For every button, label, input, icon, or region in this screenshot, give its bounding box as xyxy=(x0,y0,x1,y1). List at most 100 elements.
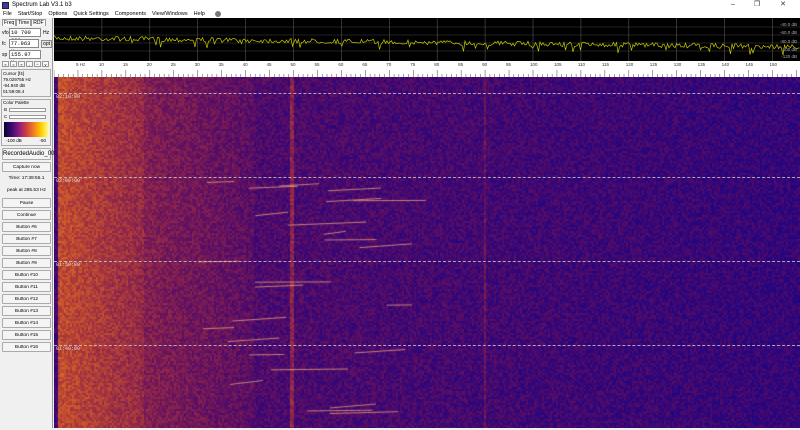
close-button[interactable]: ✕ xyxy=(772,0,794,10)
menu-view-windows[interactable]: View/Windows xyxy=(152,11,188,17)
palette-min: -100 dB xyxy=(6,138,22,143)
time-marker-label: 01:40:00 xyxy=(56,346,81,352)
panel-button[interactable]: Button #13 xyxy=(2,306,51,316)
axis-label: 65 xyxy=(362,62,368,67)
panel-button[interactable]: Button #15 xyxy=(2,330,51,340)
fc-label: fc xyxy=(2,40,6,47)
contrast-label: C xyxy=(4,114,8,119)
zoom-out-button[interactable]: - xyxy=(26,61,33,67)
menu-help[interactable]: Help xyxy=(194,11,205,17)
axis-label: 55 xyxy=(314,62,320,67)
axis-label: 145 xyxy=(745,62,754,67)
fc-field[interactable]: 77.963 Hz xyxy=(8,39,40,55)
axis-label: 60 xyxy=(338,62,344,67)
contrast-slider[interactable] xyxy=(9,115,46,119)
time-marker-line xyxy=(54,261,800,262)
axis-label: 25 xyxy=(170,62,176,67)
tab-rdf[interactable]: RDF xyxy=(31,19,46,26)
menu-bar: File Start/Stop Options Quick Settings C… xyxy=(0,10,800,18)
panel-button[interactable]: Button #14 xyxy=(2,318,51,328)
cursor-info: Cursor [f4] 79.029755 Hz -94.940 dB 01:5… xyxy=(1,69,51,97)
scroll-left-button[interactable]: < xyxy=(10,61,17,67)
time-marker-label: 01:50:00 xyxy=(56,262,81,268)
opt-button[interactable]: opt xyxy=(41,39,52,48)
axis-label: 75 xyxy=(410,62,416,67)
axis-label: 90 xyxy=(482,62,488,67)
sp-field[interactable]: 155.97 Hz xyxy=(9,50,41,66)
vfo-label: vfo xyxy=(2,29,9,36)
panel-button[interactable]: Continue xyxy=(2,210,51,220)
axis-label: 140 xyxy=(721,62,730,67)
db-label: -40.0 dB xyxy=(779,22,797,27)
color-palette-bar xyxy=(4,122,49,137)
menu-components[interactable]: Components xyxy=(115,11,146,17)
palette-max: -50 xyxy=(39,138,46,143)
palette-title: Color Palette xyxy=(3,100,30,105)
control-panel: Freq Time RDF vfo10 700 000Hz fc77.963 H… xyxy=(0,18,59,428)
up-button[interactable]: ^ xyxy=(34,61,41,67)
brightness-label: B xyxy=(4,107,8,112)
time-marker-label: 02:10:00 xyxy=(56,94,81,100)
db-label: -120 dB xyxy=(781,54,797,59)
axis-label: 35 xyxy=(218,62,224,67)
status-indicator-icon xyxy=(214,11,221,17)
frequency-axis[interactable]: 5 Hz 10 15 20 25 30 35 40 45 50 55 60 65 70 75 80 85 90 9… xyxy=(54,61,800,77)
minimize-button[interactable]: – xyxy=(722,0,744,10)
spectrum-graph[interactable]: -40.0 dB -60.0 dB -80.0 dB -100 dB -120 … xyxy=(53,18,800,61)
panel-button[interactable]: Pause xyxy=(2,198,51,208)
axis-label: 5 Hz xyxy=(76,62,86,67)
panel-button[interactable]: Button #12 xyxy=(2,294,51,304)
window-title: Spectrum Lab V3.1 b3 xyxy=(12,2,72,8)
info-text: peak at 285.53 Hz xyxy=(7,188,46,193)
menu-quick-settings[interactable]: Quick Settings xyxy=(73,11,108,17)
axis-label: 10 xyxy=(98,62,104,67)
axis-label: 20 xyxy=(146,62,152,67)
axis-label: 15 xyxy=(122,62,128,67)
time-marker-label: 02:00:00 xyxy=(56,178,81,184)
vfo-field[interactable]: 10 700 000 xyxy=(9,28,41,44)
tab-freq[interactable]: Freq xyxy=(2,19,17,26)
waterfall-spectrogram[interactable]: 02:10:00 02:00:00 01:50:00 01:40:00 xyxy=(54,77,800,428)
axis-label: 130 xyxy=(673,62,682,67)
axis-label: 100 xyxy=(530,62,538,67)
panel-button[interactable]: Button #16 xyxy=(2,342,51,352)
axis-label: 50 xyxy=(290,62,296,67)
panel-button[interactable]: Button #11 xyxy=(2,282,51,292)
time-marker-line xyxy=(54,345,800,346)
panel-button[interactable]: Button #6 xyxy=(2,222,51,232)
tab-time[interactable]: Time xyxy=(16,19,32,26)
restore-button[interactable]: ❐ xyxy=(746,0,768,10)
color-palette-panel: Color Palette B C -100 dB -50 xyxy=(1,99,51,146)
vfo-unit: Hz xyxy=(43,29,50,36)
axis-label: 115 xyxy=(601,62,610,67)
menu-start-stop[interactable]: Start/Stop xyxy=(18,11,42,17)
axis-label: 95 xyxy=(506,62,512,67)
panel-button[interactable]: RecordedAudio_005. xyxy=(2,148,59,160)
axis-label: 40 xyxy=(242,62,248,67)
axis-label: 135 xyxy=(697,62,706,67)
menu-options[interactable]: Options xyxy=(48,11,67,17)
menu-file[interactable]: File xyxy=(3,11,12,17)
axis-label: 110 xyxy=(577,62,586,67)
scroll-left2-button[interactable]: « xyxy=(18,61,25,67)
brightness-slider[interactable] xyxy=(9,108,46,112)
panel-button[interactable]: Button #7 xyxy=(2,234,51,244)
axis-label: 45 xyxy=(266,62,272,67)
time-marker-line xyxy=(54,93,800,94)
panel-button[interactable]: Button #8 xyxy=(2,246,51,256)
cursor-time: 01:59:08.4 xyxy=(3,89,25,94)
axis-label: 150 xyxy=(769,62,778,67)
axis-label: 30 xyxy=(194,62,200,67)
time-marker-line xyxy=(54,177,800,178)
axis-label: 70 xyxy=(386,62,392,67)
panel-button[interactable]: Button #10 xyxy=(2,270,51,280)
axis-label: 80 xyxy=(434,62,440,67)
db-label: -100 dB xyxy=(781,47,797,52)
panel-button[interactable]: Capture now xyxy=(2,162,51,172)
scroll-fast-left-button[interactable]: « xyxy=(2,61,9,67)
axis-label: 105 xyxy=(553,62,562,67)
db-label: -60.0 dB xyxy=(779,30,797,35)
title-bar: Spectrum Lab V3.1 b3 – ❐ ✕ xyxy=(0,0,800,10)
panel-button[interactable]: Button #9 xyxy=(2,258,51,268)
down-button[interactable]: v xyxy=(42,61,49,67)
